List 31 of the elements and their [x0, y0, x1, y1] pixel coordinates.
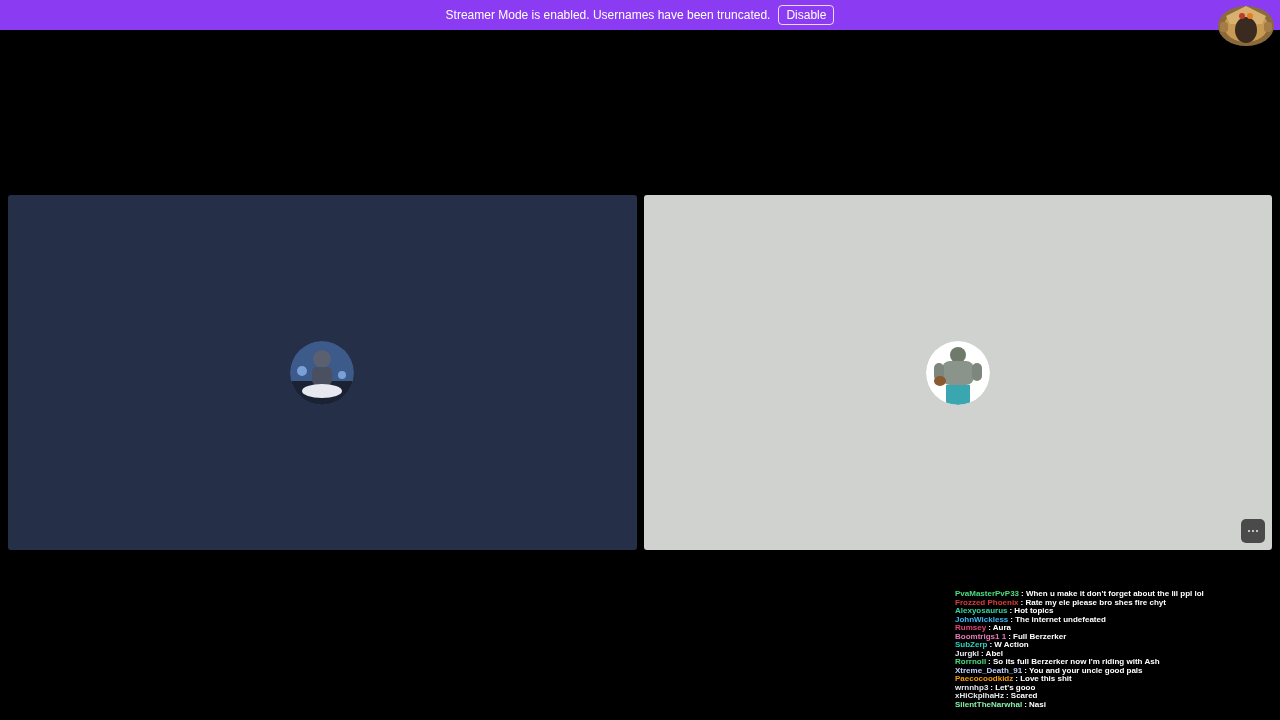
chat-message: : Rate my ele please bro shes fire chyt	[1020, 598, 1166, 607]
chat-username: wrnnhp3	[955, 683, 989, 692]
chat-username: Paecocoodkidz	[955, 675, 1014, 684]
chat-message: : Full Berzerker	[1008, 632, 1067, 641]
chat-message: : You and your uncle good pals	[1024, 666, 1143, 675]
chat-username: JohnWickless	[955, 615, 1009, 624]
chat-message: : Let's gooo	[990, 683, 1036, 692]
chat-message: : W Action	[989, 641, 1029, 650]
chat-username: xHiCkplhaHz	[955, 692, 1004, 700]
chat-username: Alexyosaurus	[955, 607, 1008, 615]
chat-username: Frozzed Phoenix	[955, 598, 1019, 607]
chat-message: : Love this shit	[1015, 675, 1072, 684]
chat-message: : Aura	[988, 624, 1011, 632]
chat-message: : Hot topics	[1009, 607, 1054, 615]
disable-button[interactable]: Disable	[778, 5, 835, 25]
chat-message: : Abel	[981, 649, 1003, 658]
chat-username: Xtreme_Death_91	[955, 666, 1023, 675]
more-button[interactable]: ⋯	[1241, 519, 1265, 543]
chat-message: : Scared	[1005, 692, 1038, 700]
chat-username: SubZerp	[955, 641, 988, 650]
chat-username: PvaMasterPvP33	[955, 590, 1020, 599]
chat-message: : When u make it don't forget about the lil ppl lol	[1021, 590, 1204, 598]
chat-username: Rumsey	[955, 624, 987, 632]
chat-message: : So its full Berzerker now I'm riding with Ash	[988, 658, 1160, 666]
banner-message: Streamer Mode is enabled. Usernames have been truncated.	[445, 7, 771, 24]
chat-username: Boomtrigs1 1	[955, 632, 1007, 641]
chat-username: SilentTheNarwhal	[955, 700, 1023, 709]
chat-message: : Nasi	[1024, 700, 1046, 709]
chat-message: : The internet undefeated	[1010, 615, 1106, 624]
chat-username: Rorrnoll	[955, 658, 987, 667]
chat-username: Jurgkl	[955, 649, 979, 658]
